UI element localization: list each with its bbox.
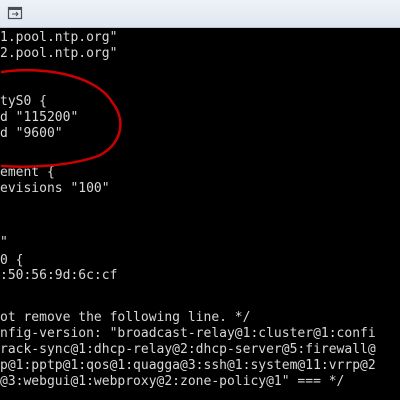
terminal-line: 0 { (0, 253, 24, 268)
terminal-line: ot remove the following line. */ (0, 310, 251, 325)
terminal-line: nfig-version: "broadcast-relay@1:cluster… (0, 326, 376, 341)
terminal-line: d "115200" (0, 110, 79, 125)
terminal-line: tyS0 { (0, 94, 47, 109)
terminal-line: " (0, 235, 8, 250)
terminal-line: 1.pool.ntp.org" (0, 30, 118, 45)
maximize-icon[interactable] (7, 6, 23, 20)
terminal-line: @3:webgui@1:webproxy@2:zone-policy@1" ==… (0, 374, 345, 389)
terminal-line: d "9600" (0, 126, 63, 141)
terminal-line: rack-sync@1:dhcp-relay@2:dhcp-server@5:f… (0, 342, 376, 357)
terminal-line: p@1:pptp@1:qos@1:quagga@3:ssh@1:system@1… (0, 358, 376, 373)
terminal-line: :50:56:9d:6c:cf (0, 268, 118, 283)
window-titlebar (0, 0, 400, 28)
terminal-line: evisions "100" (0, 181, 110, 196)
terminal-output: 1.pool.ntp.org" 2.pool.ntp.org" tyS0 { d… (0, 28, 400, 400)
terminal-line: ement { (0, 165, 55, 180)
terminal-line: 2.pool.ntp.org" (0, 46, 118, 61)
